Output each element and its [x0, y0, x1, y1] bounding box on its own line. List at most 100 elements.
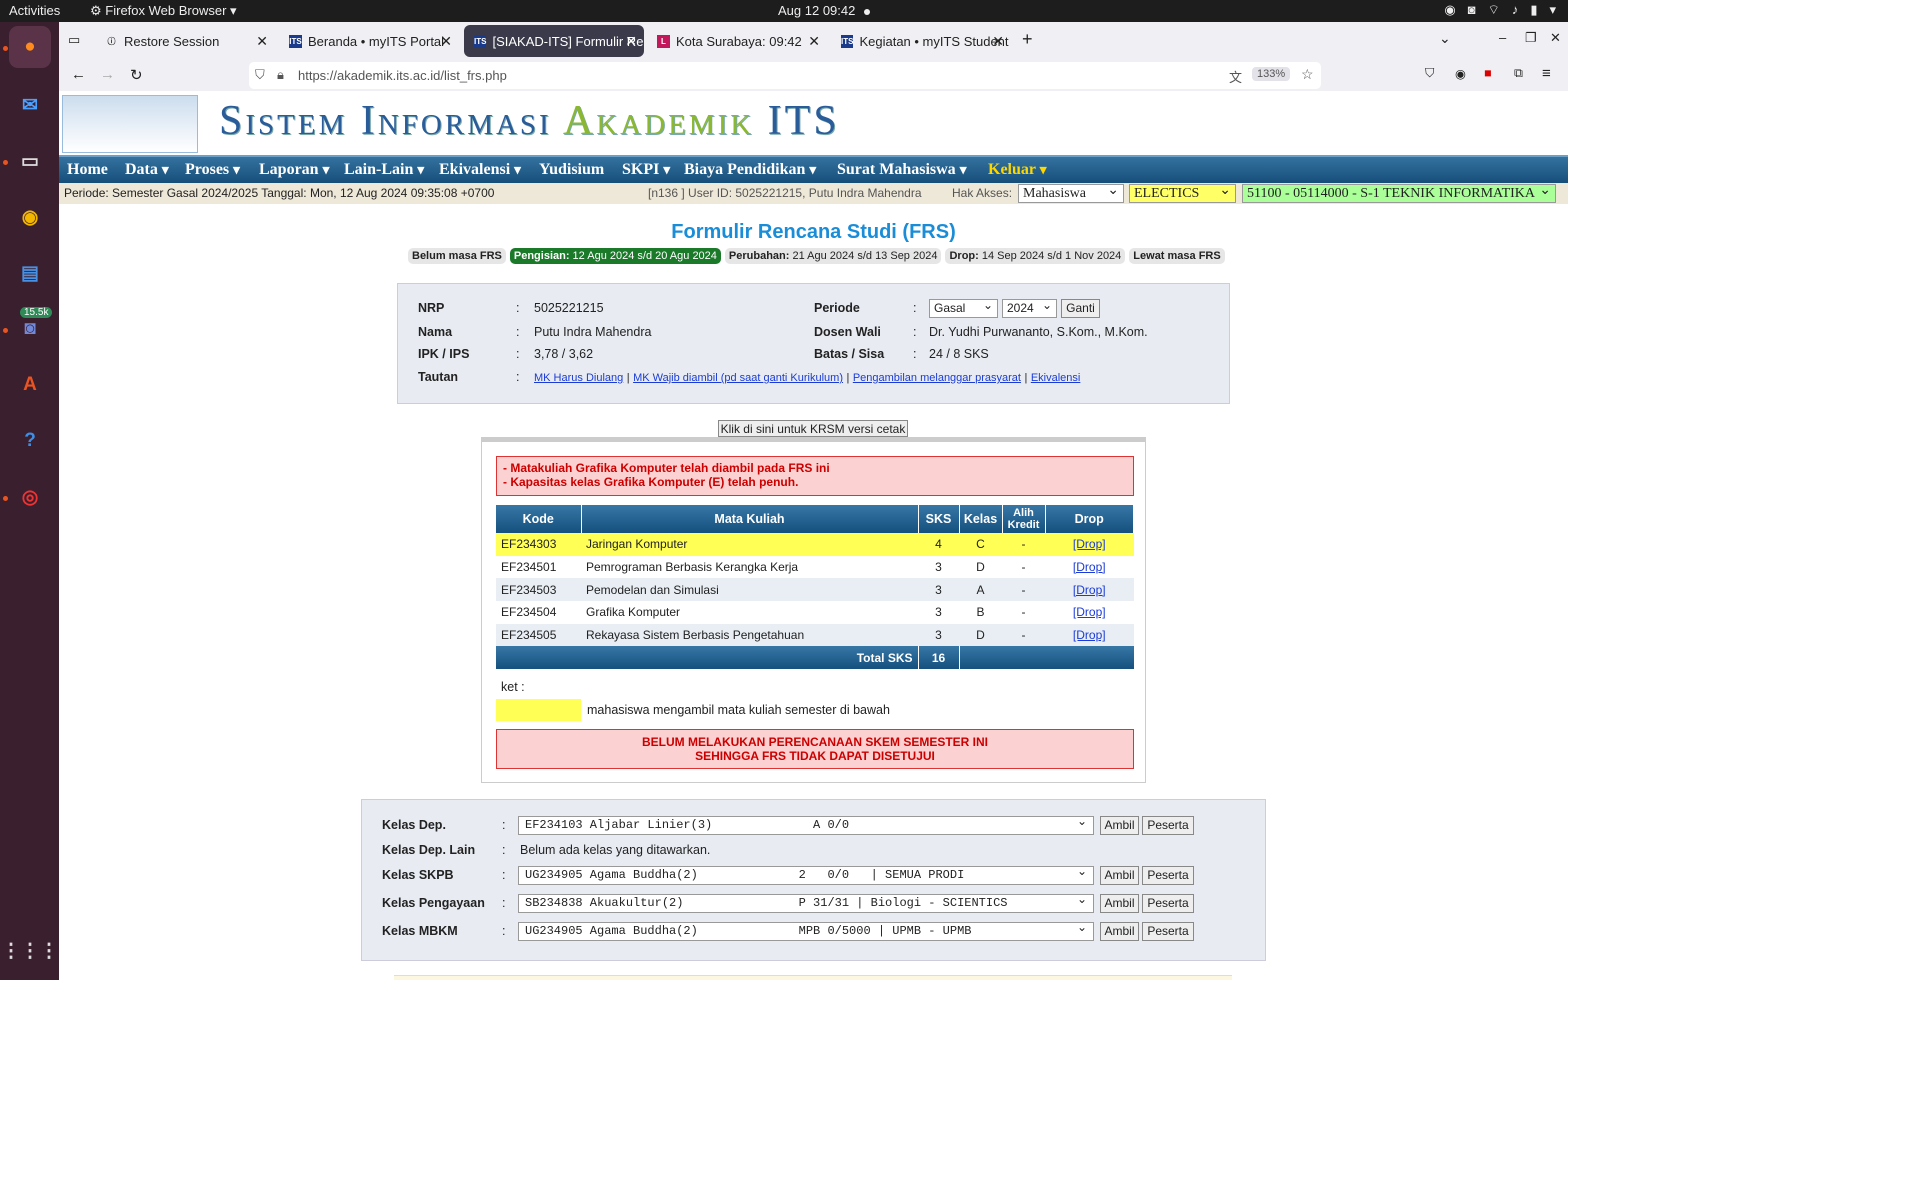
link-mk-harus-diulang[interactable]: MK Harus Diulang — [534, 372, 623, 384]
alih-cell: - — [1002, 623, 1045, 647]
menu-ekivalensi[interactable]: Ekivalensi ▾ — [439, 161, 521, 179]
kelas-pengayaan-select[interactable]: SB234838 Akuakultur(2) P 31/31 | Biologi… — [518, 891, 1094, 913]
menu-proses[interactable]: Proses ▾ — [185, 161, 240, 179]
discord-tray-icon[interactable]: ◙ — [1468, 2, 1476, 18]
chrome-icon[interactable]: ◎ — [9, 476, 51, 518]
list-tabs-icon[interactable]: ⌄ — [1439, 30, 1451, 47]
menu-biaya-pendidikan[interactable]: Biaya Pendidikan ▾ — [684, 161, 816, 179]
firefox-icon[interactable]: ● — [9, 26, 51, 68]
writer-icon[interactable]: ▤ — [9, 252, 51, 294]
rhythmbox-icon[interactable]: ◉ — [9, 196, 51, 238]
title-part: Sistem Informasi — [219, 98, 563, 144]
print-krsm-button[interactable]: Klik di sini untuk KRSM versi cetak — [718, 420, 908, 437]
peserta-button[interactable]: Peserta — [1142, 922, 1194, 941]
url-text[interactable]: https://akademik.its.ac.id/list_frs.php — [298, 68, 507, 83]
drop-link[interactable]: [Drop] — [1073, 628, 1106, 642]
drop-link[interactable]: [Drop] — [1073, 583, 1106, 597]
link-melanggar-prasyarat[interactable]: Pengambilan melanggar prasyarat — [853, 372, 1021, 384]
its-logo[interactable] — [62, 95, 198, 153]
tab-kota-surabaya[interactable]: L Kota Surabaya: 09:42 ✕ — [647, 25, 827, 57]
show-apps-icon[interactable]: ⋮⋮⋮ — [2, 930, 59, 972]
peserta-button[interactable]: Peserta — [1142, 816, 1194, 835]
ambil-button[interactable]: Ambil — [1100, 894, 1139, 913]
peserta-button[interactable]: Peserta — [1142, 866, 1194, 885]
drop-link[interactable]: [Drop] — [1073, 537, 1106, 551]
menu-data[interactable]: Data ▾ — [125, 161, 169, 179]
close-tab-icon[interactable]: ✕ — [625, 33, 637, 50]
menu-skpi[interactable]: SKPI ▾ — [622, 161, 670, 179]
tab-siakad-frs[interactable]: ITS [SIAKAD-ITS] Formulir Re ✕ — [464, 25, 644, 57]
zoom-level[interactable]: 133% — [1252, 67, 1291, 81]
kode-cell: EF234501 — [501, 560, 557, 575]
alert-line: BELUM MELAKUKAN PERENCANAAN SKEM SEMESTE… — [641, 735, 988, 749]
col-kode: Kode — [496, 505, 582, 533]
kelas-skpb-select[interactable]: UG234905 Agama Buddha(2) 2 0/0 | SEMUA P… — [518, 863, 1094, 885]
peserta-button[interactable]: Peserta — [1142, 894, 1194, 913]
link-ekivalensi[interactable]: Ekivalensi — [1031, 372, 1081, 384]
thunderbird-icon[interactable]: ✉ — [9, 84, 51, 126]
kode-cell: EF234503 — [496, 578, 581, 602]
menu-surat-mahasiswa[interactable]: Surat Mahasiswa ▾ — [837, 161, 966, 179]
kelas-mbkm-select[interactable]: UG234905 Agama Buddha(2) MPB 0/5000 | UP… — [518, 919, 1094, 941]
shield-icon[interactable]: ⛉ — [255, 67, 265, 83]
power-menu-icon[interactable]: ▾ — [1549, 2, 1556, 18]
wifi-icon[interactable]: ⌔ — [1488, 2, 1500, 18]
chrome-tray-icon[interactable]: ◉ — [1444, 2, 1455, 18]
kelas-dep-select[interactable]: EF234103 Aljabar Linier(3) A 0/0 — [518, 813, 1094, 835]
running-indicator — [3, 46, 8, 51]
menu-lain-lain[interactable]: Lain-Lain ▾ — [344, 161, 424, 179]
lock-icon[interactable]: 🔒︎ — [277, 67, 284, 83]
help-icon[interactable]: ? — [9, 420, 51, 462]
menu-laporan[interactable]: Laporan ▾ — [259, 161, 329, 179]
close-tab-icon[interactable]: ✕ — [256, 33, 268, 50]
tab-kegiatan-myits[interactable]: ITS Kegiatan • myITS Student ✕ — [831, 25, 1011, 57]
kelas-dep-label: Kelas Dep. — [382, 818, 446, 832]
semester-select[interactable]: Gasal — [929, 297, 998, 318]
account-icon[interactable]: ◉ — [1455, 66, 1466, 81]
back-icon[interactable]: ← — [71, 66, 86, 83]
close-tab-icon[interactable]: ✕ — [440, 33, 452, 50]
drop-link[interactable]: [Drop] — [1073, 605, 1106, 619]
bookmark-star-icon[interactable]: ☆ — [1301, 66, 1314, 83]
drop-link[interactable]: [Drop] — [1073, 560, 1106, 574]
activities-button[interactable]: Activities — [9, 3, 60, 18]
battery-icon[interactable]: ▮ — [1530, 2, 1537, 18]
ambil-button[interactable]: Ambil — [1100, 922, 1139, 941]
app-menu[interactable]: ⚙ Firefox Web Browser ▾ — [90, 3, 237, 19]
close-window-icon[interactable]: ✕ — [1550, 30, 1561, 46]
pocket-icon[interactable]: ⛉ — [1425, 66, 1434, 81]
tab-restore-session[interactable]: ⓘ Restore Session ✕ — [95, 25, 275, 57]
hak-akses-select[interactable]: Mahasiswa — [1018, 182, 1124, 203]
group-select[interactable]: ELECTICS — [1129, 182, 1236, 203]
minimize-icon[interactable]: – — [1499, 30, 1506, 45]
menu-label: Proses — [185, 161, 230, 178]
close-tab-icon[interactable]: ✕ — [808, 33, 820, 50]
url-bar[interactable]: ⛉ 🔒︎ https://akademik.its.ac.id/list_frs… — [249, 62, 1321, 89]
translate-icon[interactable]: 文 — [1229, 67, 1242, 86]
app-center-icon[interactable]: A — [9, 364, 51, 406]
link-mk-wajib[interactable]: MK Wajib diambil (pd saat ganti Kurikulu… — [633, 372, 843, 384]
tab-beranda-myits[interactable]: ITS Beranda • myITS Portal ✕ — [279, 25, 459, 57]
system-tray[interactable]: ◉ ◙ ⌔ ♪ ▮ ▾ — [1444, 2, 1556, 18]
hamburger-menu-icon[interactable]: ≡ — [1542, 65, 1551, 82]
ambil-button[interactable]: Ambil — [1100, 816, 1139, 835]
restore-icon[interactable]: ❐ — [1525, 30, 1537, 46]
forward-icon[interactable]: → — [100, 66, 115, 83]
year-select[interactable]: 2024 — [1002, 297, 1057, 318]
reload-icon[interactable]: ↻ — [130, 66, 143, 84]
ambil-button[interactable]: Ambil — [1100, 866, 1139, 885]
clock[interactable]: Aug 12 09:42 — [778, 3, 870, 18]
menu-keluar[interactable]: Keluar ▾ — [988, 161, 1046, 179]
new-tab-icon[interactable]: + — [1022, 29, 1033, 50]
prodi-select[interactable]: 51100 - 05114000 - S-1 TEKNIK INFORMATIK… — [1242, 182, 1556, 203]
alert-line: SEHINGGA FRS TIDAK DAPAT DISETUJUI — [695, 749, 935, 763]
menu-yudisium[interactable]: Yudisium — [539, 161, 604, 179]
files-icon[interactable]: ▭ — [9, 140, 51, 182]
close-tab-icon[interactable]: ✕ — [992, 33, 1004, 50]
tab-overview-icon[interactable]: ▭ — [68, 32, 80, 48]
extensions-icon[interactable]: ⧉ — [1514, 66, 1523, 81]
ganti-button[interactable]: Ganti — [1061, 299, 1100, 318]
volume-icon[interactable]: ♪ — [1512, 2, 1519, 18]
menu-home[interactable]: Home — [67, 161, 108, 179]
extension-icon[interactable]: ■ — [1484, 66, 1492, 80]
